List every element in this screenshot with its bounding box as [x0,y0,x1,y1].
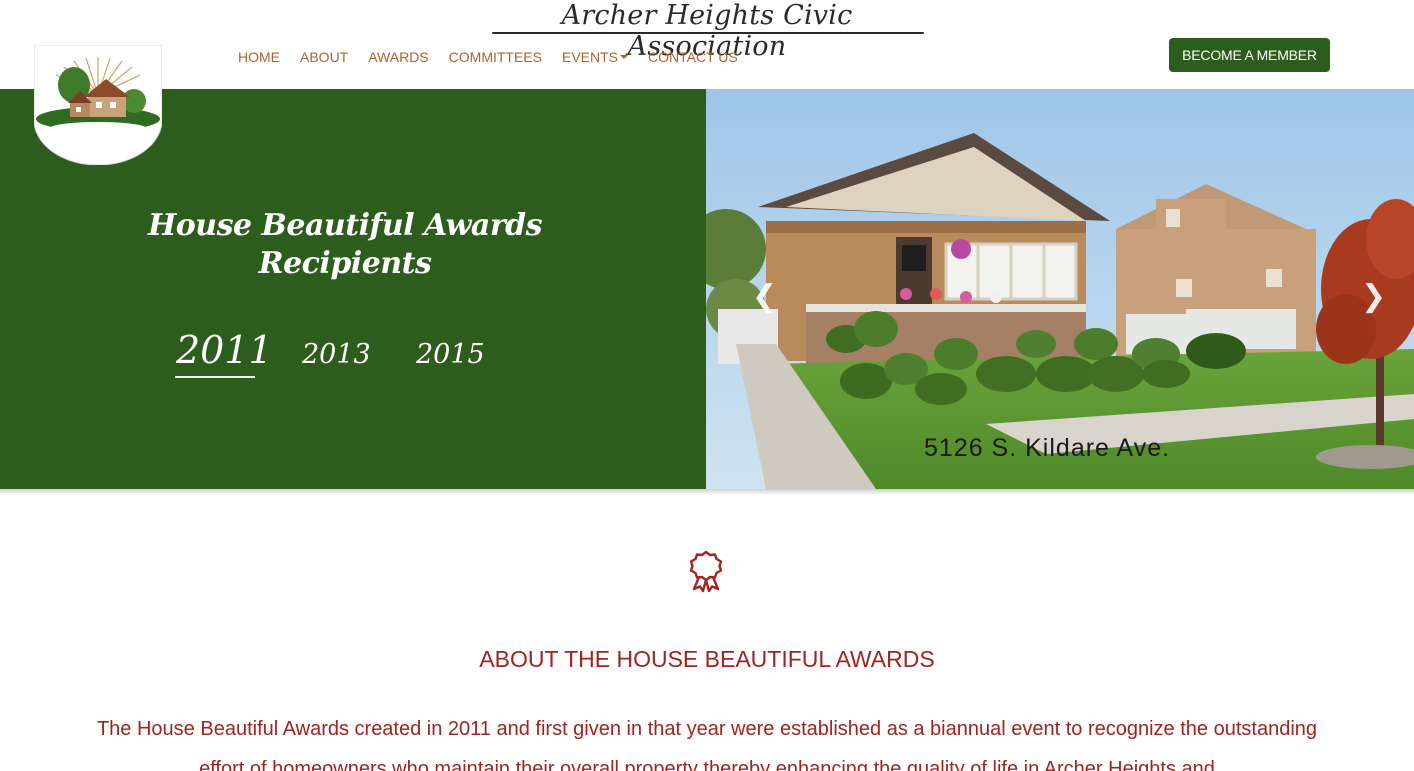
chevron-right-icon[interactable]: ❯ [1361,279,1386,314]
nav-committees-label: COMMITTEES [448,49,542,65]
year-tab-2011[interactable]: 2011 [176,328,273,372]
award-ribbon-icon [686,549,726,593]
house-slideshow: ❮ ❯ 5126 S. Kildare Ave. [706,89,1414,489]
site-header: Archer Heights Civic Association HOME AB… [0,0,1414,89]
nav-events[interactable]: EVENTS [552,47,638,67]
nav-contact-us[interactable]: CONTACT US [638,47,748,67]
slide-caption: 5126 S. Kildare Ave. [924,434,1171,462]
hero-divider [0,489,1414,495]
nav-awards[interactable]: AWARDS [358,47,438,67]
active-year-underline [175,376,255,378]
hero-title-line2: Recipients [258,246,432,281]
year-tab-2013[interactable]: 2013 [302,339,371,370]
year-tab-2015[interactable]: 2015 [416,339,485,370]
become-member-button[interactable]: BECOME A MEMBER [1169,38,1330,72]
nav-about-label: ABOUT [300,49,349,65]
about-section-title: ABOUT THE HOUSE BEAUTIFUL AWARDS [479,646,935,672]
hero-title: House Beautiful Awards Recipients [140,207,550,283]
main-nav: HOME ABOUT AWARDS COMMITTEES EVENTS CONT… [228,47,748,67]
nav-awards-label: AWARDS [368,49,429,65]
nav-home-label: HOME [238,49,280,65]
chevron-left-icon[interactable]: ❮ [752,279,777,314]
hero-title-line1: House Beautiful Awards [147,208,543,243]
site-title-underline [492,32,924,34]
nav-home[interactable]: HOME [228,47,290,67]
site-logo[interactable] [33,44,163,166]
nav-committees[interactable]: COMMITTEES [439,47,552,67]
nav-events-label: EVENTS [562,49,619,65]
house-photo [706,89,1414,489]
caret-down-icon [620,55,629,60]
nav-about[interactable]: ABOUT [290,47,358,67]
about-section-body: The House Beautiful Awards created in 20… [96,718,1318,771]
nav-contact-label: CONTACT US [648,49,738,65]
hero-section: House Beautiful Awards Recipients 2011 2… [0,89,1414,489]
